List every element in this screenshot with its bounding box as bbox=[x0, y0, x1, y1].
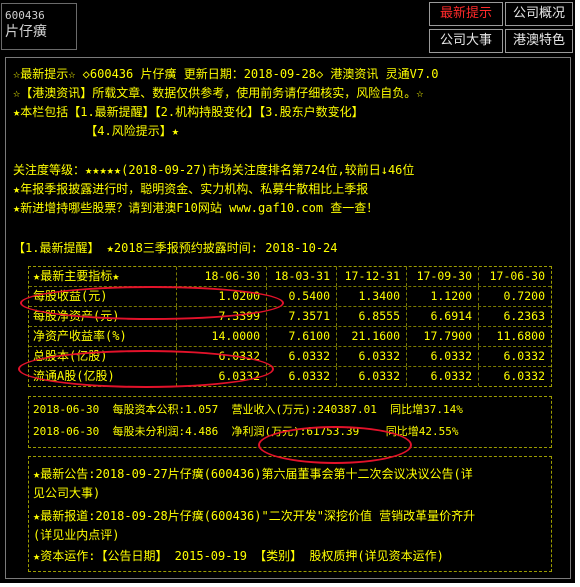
table-header-cell: 17-06-30 bbox=[489, 269, 545, 283]
table-cell: 6.0332 bbox=[267, 347, 337, 366]
table-cell: 6.2363 bbox=[503, 309, 545, 323]
latest-report[interactable]: ★最新报道:2018-09-28片仔癀(600436)"二次开发"深挖价值 营销… bbox=[33, 508, 475, 524]
stock-code: 600436 bbox=[5, 9, 45, 22]
table-header-cell: 18-03-31 bbox=[267, 267, 337, 286]
stock-info-box: 600436 片仔癀 bbox=[1, 3, 77, 50]
table-cell: 17.7900 bbox=[407, 327, 479, 346]
table-header-cell: 17-09-30 bbox=[407, 267, 479, 286]
table-cell: 7.6100 bbox=[267, 327, 337, 346]
table-cell: 6.0332 bbox=[337, 367, 407, 386]
summary-line-1: 2018-06-30 每股资本公积:1.057 营业收入(万元):240387.… bbox=[33, 403, 463, 416]
annotation-circle-eps bbox=[20, 286, 284, 320]
table-header-cell: ★最新主要指标★ bbox=[29, 267, 177, 286]
stock-name: 片仔癀 bbox=[5, 24, 47, 40]
table-cell: 6.0332 bbox=[267, 367, 337, 386]
table-cell: 6.0332 bbox=[503, 369, 545, 383]
table-header-row: ★最新主要指标★ 18-06-30 18-03-31 17-12-31 17-0… bbox=[29, 267, 551, 287]
table-header-cell: 18-06-30 bbox=[177, 267, 267, 286]
table-cell: 6.6914 bbox=[407, 307, 479, 326]
intro-contents-cont: 【4.风险提示】★ bbox=[13, 124, 179, 138]
table-cell: 1.1200 bbox=[407, 287, 479, 306]
table-cell: 0.7200 bbox=[503, 289, 545, 303]
tab-latest-alerts[interactable]: 最新提示 bbox=[429, 2, 503, 26]
table-row: 净资产收益率(%) 14.0000 7.6100 21.1600 17.7900… bbox=[29, 327, 551, 347]
intro-contents: ★本栏包括【1.最新提醒】【2.机构持股变化】【3.股东户数变化】 bbox=[13, 105, 364, 119]
attention-website: ★新进增持哪些股票？请到港澳F10网站 www.gaf10.com 查一查！ bbox=[13, 201, 379, 215]
f10-window: 600436 片仔癀 最新提示 公司概况 公司大事 港澳特色 ☆最新提示☆ ◇6… bbox=[0, 0, 575, 583]
table-cell: 21.1600 bbox=[337, 327, 407, 346]
attention-level: 关注度等级：★★★★★(2018-09-27)市场关注度排名第724位,较前日↓… bbox=[13, 163, 415, 177]
latest-announcement[interactable]: ★最新公告:2018-09-27片仔癀(600436)第六届董事会第十二次会议决… bbox=[33, 466, 473, 482]
tab-hk-features[interactable]: 港澳特色 bbox=[505, 29, 573, 53]
table-cell: 净资产收益率(%) bbox=[29, 327, 177, 346]
latest-announcement-cont[interactable]: 见公司大事) bbox=[33, 485, 100, 501]
intro-title: ☆最新提示☆ ◇600436 片仔癀 更新日期：2018-09-28◇ 港澳资讯… bbox=[13, 67, 439, 81]
intro-disclaimer: ☆【港澳资讯】所载文章、数据仅供参考，使用前务请仔细核实，风险自负。☆ bbox=[13, 86, 424, 100]
table-cell: 14.0000 bbox=[177, 327, 267, 346]
table-header-cell: 17-12-31 bbox=[337, 267, 407, 286]
capital-operation[interactable]: ★资本运作:【公告日期】 2015-09-19 【类别】 股权质押(详见资本运作… bbox=[33, 548, 444, 564]
table-cell: 6.8555 bbox=[337, 307, 407, 326]
tab-company-overview[interactable]: 公司概况 bbox=[505, 2, 573, 26]
table-cell: 6.0332 bbox=[407, 367, 479, 386]
annotation-circle-net-profit bbox=[258, 426, 412, 464]
table-cell: 6.0332 bbox=[407, 347, 479, 366]
section-heading: 【1.最新提醒】 ★2018三季报预约披露时间: 2018-10-24 bbox=[13, 241, 338, 255]
table-cell: 6.0332 bbox=[503, 349, 545, 363]
table-cell: 1.3400 bbox=[337, 287, 407, 306]
annotation-circle-total-shares bbox=[18, 350, 274, 388]
table-cell: 6.0332 bbox=[337, 347, 407, 366]
attention-note: ★年报季报披露进行时，聪明资金、实力机构、私募牛散相比上季报 bbox=[13, 182, 369, 196]
tab-company-events[interactable]: 公司大事 bbox=[429, 29, 503, 53]
table-cell: 7.3571 bbox=[267, 307, 337, 326]
table-cell: 11.6800 bbox=[496, 329, 545, 343]
latest-report-cont[interactable]: (详见业内点评) bbox=[33, 527, 119, 543]
